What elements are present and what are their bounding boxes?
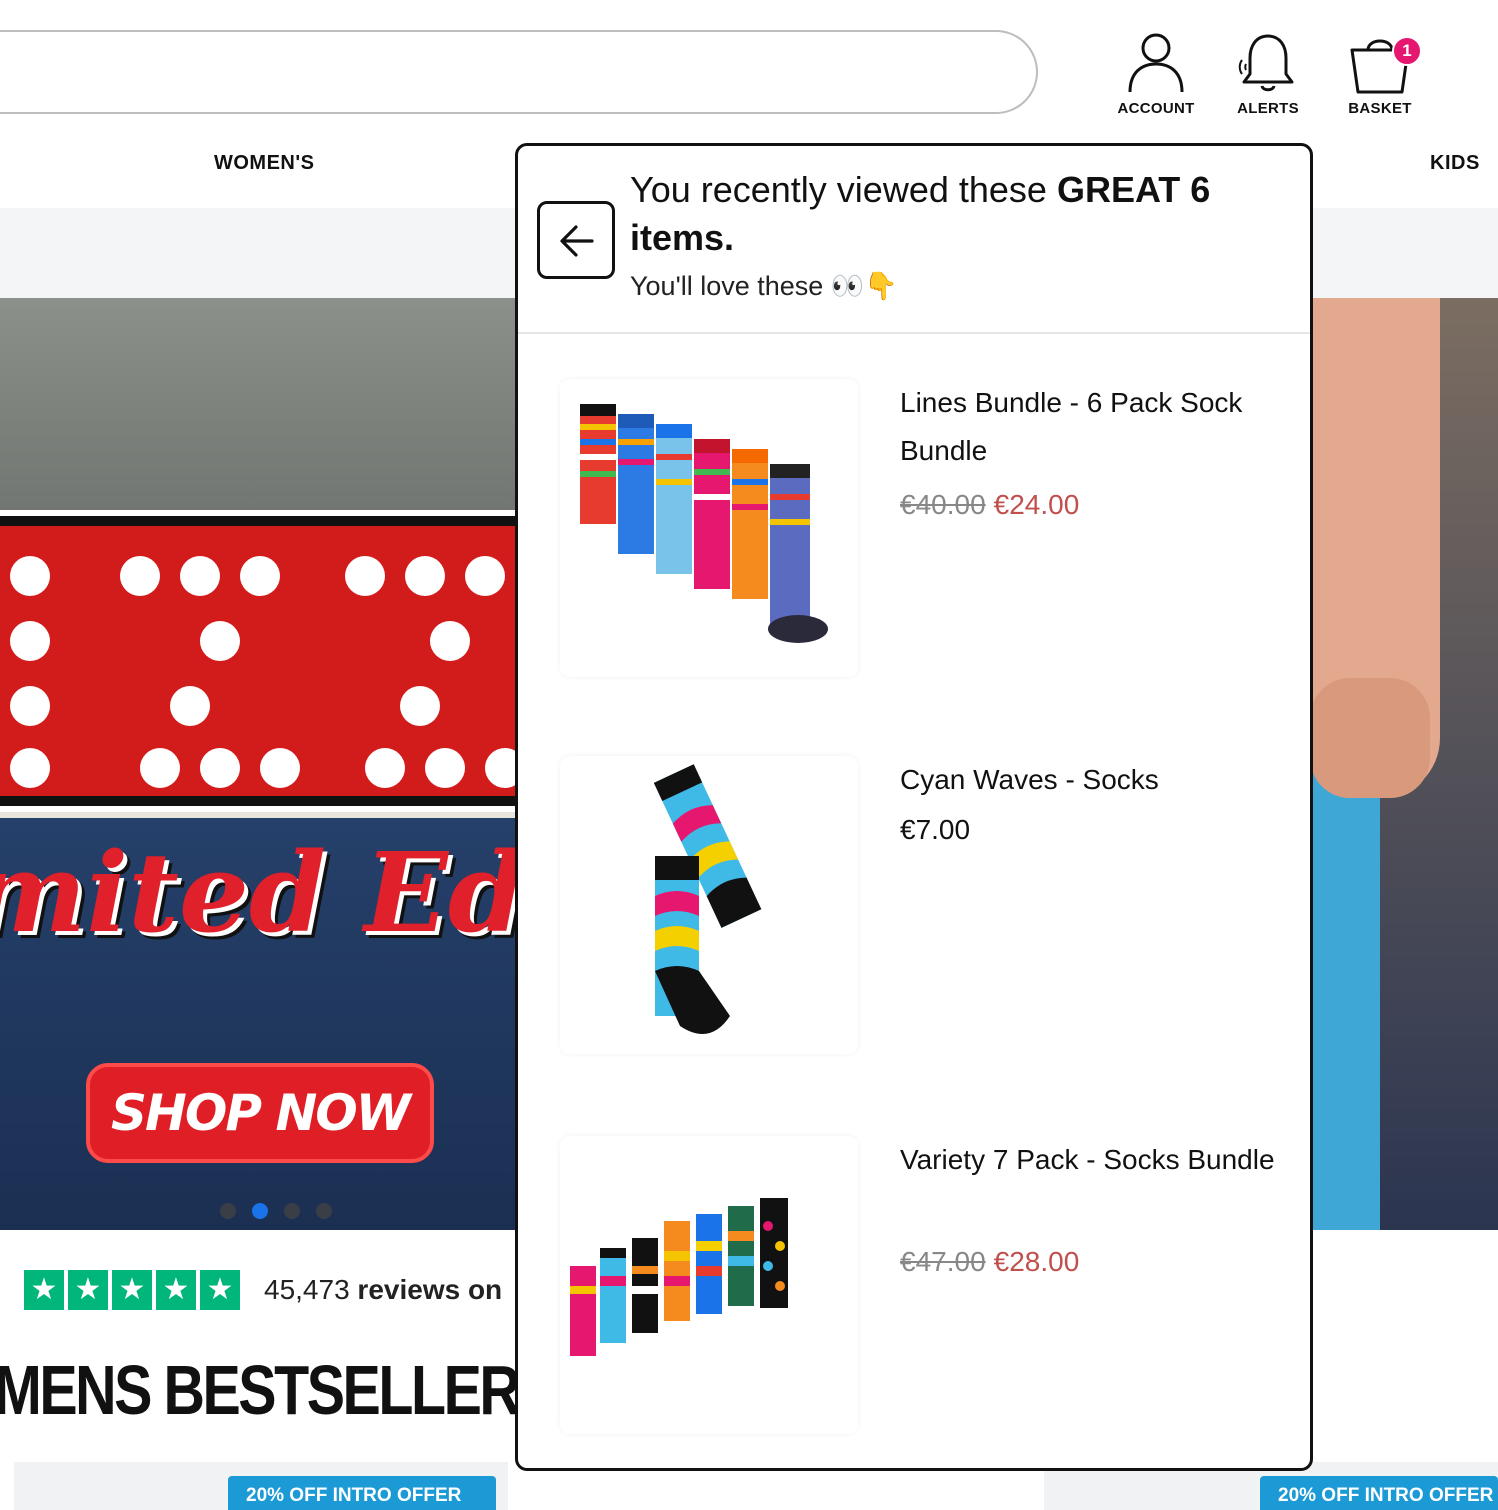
star-icon: ★ [112, 1270, 152, 1310]
bell-icon [1238, 34, 1294, 92]
variety-pack-socks-image [570, 1198, 788, 1356]
star-icon: ★ [156, 1270, 196, 1310]
marquee-letters-graphic [0, 510, 566, 812]
alerts-link[interactable]: ALERTS [1208, 30, 1328, 117]
reviews-summary[interactable]: 45,473 reviews on [264, 1274, 502, 1306]
reviews-text: reviews on [357, 1274, 503, 1305]
trustpilot-stars: ★ ★ ★ ★ ★ [24, 1270, 240, 1310]
product-name[interactable]: Lines Bundle - 6 Pack Sock Bundle [900, 379, 1290, 475]
star-icon: ★ [24, 1270, 64, 1310]
page: ACCOUNT ALERTS 1 BASKET WOMEN'S KIDS mit… [0, 0, 1498, 1510]
star-icon: ★ [200, 1270, 240, 1310]
arrow-left-icon [560, 225, 594, 257]
nav-kids[interactable]: KIDS [1430, 152, 1480, 175]
product-image[interactable] [560, 1136, 858, 1434]
list-item[interactable]: Lines Bundle - 6 Pack Sock Bundle €40.00… [518, 379, 1310, 679]
carousel-dot[interactable] [284, 1203, 300, 1219]
product-image[interactable] [560, 379, 858, 677]
product-name[interactable]: Variety 7 Pack - Socks Bundle [900, 1136, 1290, 1184]
back-button[interactable] [537, 201, 615, 279]
recently-viewed-popup: You recently viewed these GREAT 6 items.… [515, 143, 1313, 1471]
account-icon [1128, 33, 1184, 93]
reviews-count: 45,473 [264, 1274, 350, 1305]
product-name[interactable]: Cyan Waves - Socks [900, 756, 1290, 804]
account-label: ACCOUNT [1117, 100, 1195, 117]
cyan-waves-socks-image [653, 764, 762, 1034]
basket-label: BASKET [1348, 100, 1412, 117]
sock-bundle-image [580, 404, 828, 643]
old-price: €40.00 [900, 489, 986, 520]
product-image[interactable] [560, 756, 858, 1054]
popup-header: You recently viewed these GREAT 6 items.… [518, 146, 1310, 334]
list-item[interactable]: Cyan Waves - Socks €7.00 [518, 756, 1310, 1056]
list-item[interactable]: Variety 7 Pack - Socks Bundle €47.00 €28.… [518, 1136, 1310, 1436]
sale-price: €24.00 [993, 489, 1080, 520]
nav-womens[interactable]: WOMEN'S [214, 152, 314, 175]
product-price: €7.00 [900, 814, 970, 846]
star-icon: ★ [68, 1270, 108, 1310]
carousel-dot[interactable] [316, 1203, 332, 1219]
popup-title: You recently viewed these GREAT 6 items. [630, 169, 1211, 258]
sale-price: €28.00 [993, 1246, 1080, 1277]
offer-badge: 20% OFF INTRO OFFER [228, 1476, 496, 1510]
carousel-dot-active[interactable] [252, 1203, 268, 1219]
offer-badge: 20% OFF INTRO OFFER [1260, 1476, 1498, 1510]
popup-subtitle: You'll love these 👀👇 [630, 271, 899, 301]
product-price: €47.00 €28.00 [900, 1246, 1079, 1278]
section-title: MENS BESTSELLERS [0, 1351, 557, 1429]
shop-now-button[interactable]: SHOP NOW [86, 1063, 434, 1163]
basket-link[interactable]: 1 BASKET [1320, 30, 1440, 117]
account-link[interactable]: ACCOUNT [1096, 30, 1216, 117]
product-price: €40.00 €24.00 [900, 489, 1079, 521]
old-price: €47.00 [900, 1246, 986, 1277]
alerts-label: ALERTS [1237, 100, 1299, 117]
carousel-dot[interactable] [220, 1203, 236, 1219]
carousel-dots[interactable] [220, 1203, 332, 1219]
basket-count-badge: 1 [1392, 36, 1422, 66]
search-input[interactable] [0, 30, 1038, 114]
price: €7.00 [900, 814, 971, 845]
